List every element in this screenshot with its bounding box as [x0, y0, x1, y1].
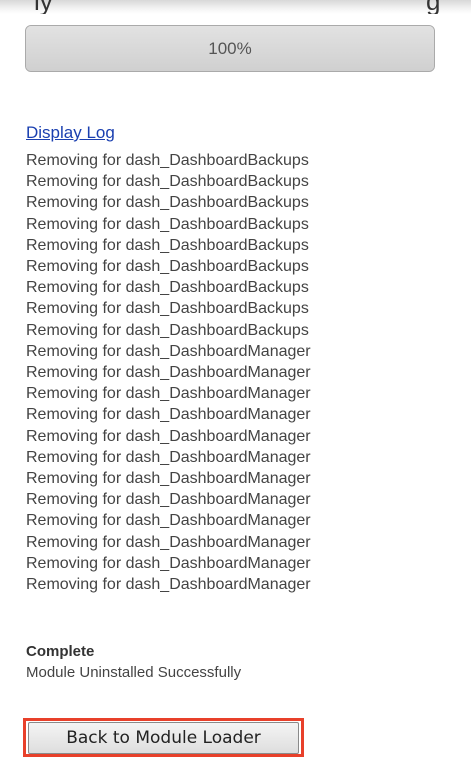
progress-label: 100%	[208, 38, 252, 58]
log-line: Removing for dash_DashboardManager	[26, 448, 311, 466]
status-title: Complete	[26, 643, 95, 660]
log-line: Removing for dash_DashboardManager	[26, 364, 311, 382]
log-list: Removing for dash_DashboardBackups Removi…	[26, 150, 311, 595]
log-line: Removing for dash_DashboardBackups	[26, 279, 309, 297]
log-line: Removing for dash_DashboardManager	[26, 406, 311, 424]
log-line: Removing for dash_DashboardBackups	[26, 258, 309, 276]
cutoff-text-left: ly	[34, 0, 53, 14]
log-line: Removing for dash_DashboardManager	[26, 385, 311, 403]
log-line: Removing for dash_DashboardBackups	[26, 152, 309, 169]
log-line: Removing for dash_DashboardManager	[26, 342, 311, 360]
progress-bar: 100%	[25, 25, 435, 72]
status-message: Module Uninstalled Successfully	[26, 664, 242, 681]
log-line: Removing for dash_DashboardManager	[26, 533, 311, 551]
log-line: Removing for dash_DashboardBackups	[26, 194, 309, 212]
log-line: Removing for dash_DashboardBackups	[26, 215, 309, 233]
cutoff-text-right: g	[426, 0, 440, 14]
log-line: Removing for dash_DashboardBackups	[26, 173, 309, 191]
log-line: Removing for dash_DashboardManager	[26, 554, 311, 572]
log-line: Removing for dash_DashboardBackups	[26, 300, 309, 318]
back-to-module-loader-button[interactable]: Back to Module Loader	[28, 722, 299, 754]
log-line: Removing for dash_DashboardManager	[26, 470, 311, 488]
top-cutoff-bar: ly g	[0, 0, 471, 14]
display-log-link[interactable]: Display Log	[26, 123, 115, 143]
log-line: Removing for dash_DashboardBackups	[26, 236, 309, 254]
log-line: Removing for dash_DashboardManager	[26, 427, 311, 445]
log-line: Removing for dash_DashboardBackups	[26, 321, 309, 339]
log-line: Removing for dash_DashboardManager	[26, 512, 311, 530]
log-line: Removing for dash_DashboardManager	[26, 491, 311, 509]
log-line: Removing for dash_DashboardManager	[26, 576, 311, 594]
